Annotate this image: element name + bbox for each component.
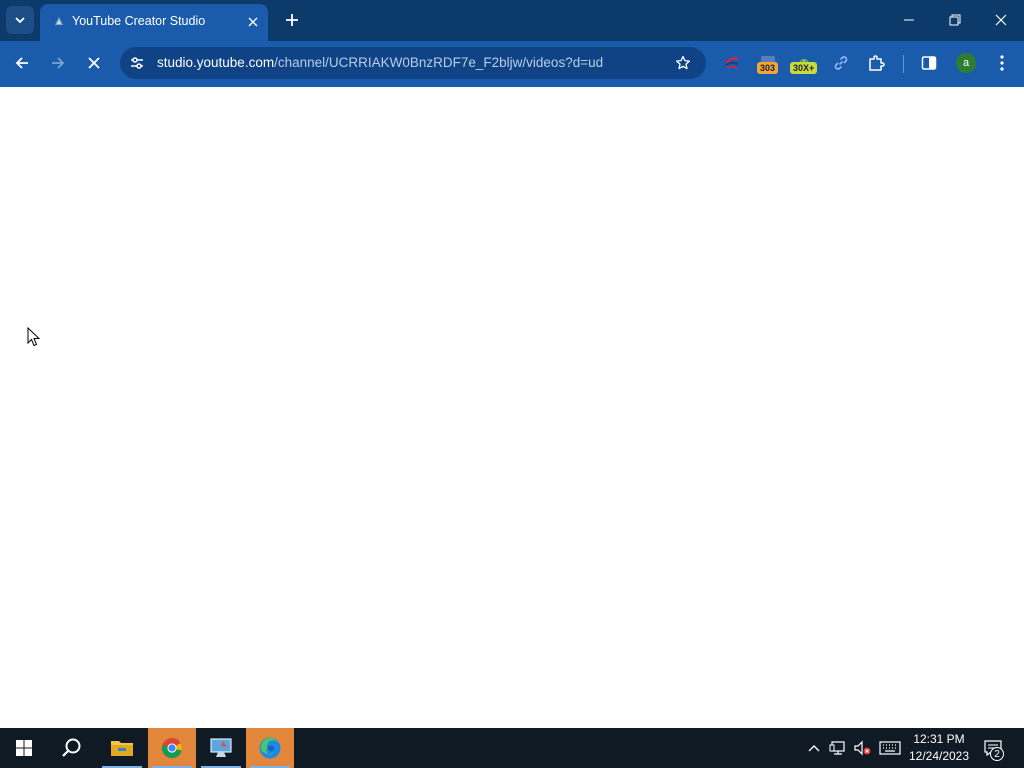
extension-icon-2[interactable]: 303 [756, 52, 780, 74]
arrow-left-icon [15, 57, 28, 69]
url-host: studio.youtube.com [157, 55, 275, 70]
restore-button[interactable] [933, 4, 977, 36]
search-button[interactable] [48, 728, 96, 768]
link-icon [834, 56, 848, 70]
network-button[interactable] [827, 728, 849, 768]
close-window-button[interactable] [979, 4, 1023, 36]
url-path: /channel/UCRRIAKW0BnzRDF7e_F2bljw/videos… [274, 55, 604, 70]
site-info-button[interactable] [128, 54, 146, 72]
chevron-up-icon [808, 745, 820, 752]
loading-icon [55, 17, 63, 25]
new-tab-button[interactable] [280, 8, 304, 32]
clock-time: 12:31 PM [913, 732, 965, 746]
minimize-button[interactable] [887, 4, 931, 36]
edge[interactable] [246, 728, 294, 768]
extension-icon-1[interactable] [721, 52, 743, 74]
browser-toolbar: studio.youtube.com/channel/UCRRIAKW0BnzR… [0, 41, 1024, 87]
link-icon[interactable] [830, 52, 852, 74]
extension-logo-icon [725, 57, 739, 69]
stop-loading-button[interactable] [79, 48, 109, 78]
page-content [0, 87, 1024, 728]
puzzle-icon [869, 55, 885, 71]
keyboard-icon [879, 741, 901, 755]
volume-muted-icon [854, 740, 871, 756]
extensions-menu-button[interactable] [865, 52, 887, 74]
address-url: studio.youtube.com/channel/UCRRIAKW0BnzR… [157, 55, 603, 70]
forward-button[interactable] [43, 48, 73, 78]
browser-menu-button[interactable] [991, 52, 1013, 74]
volume-button[interactable] [851, 728, 873, 768]
toolbar-separator [903, 55, 904, 73]
extension-badge: 303 [757, 62, 779, 74]
monitor-icon [210, 738, 232, 757]
network-icon [829, 741, 845, 755]
chevron-down-icon [15, 17, 25, 24]
search-icon [62, 738, 81, 757]
side-panel-icon [921, 56, 937, 70]
close-icon [88, 57, 100, 69]
arrow-right-icon [52, 57, 65, 69]
close-icon [995, 14, 1007, 26]
start-button[interactable] [0, 728, 48, 768]
app-window[interactable] [197, 728, 245, 768]
plus-icon [286, 14, 298, 26]
close-icon [248, 17, 258, 27]
tab-strip: YouTube Creator Studio [0, 0, 1024, 41]
profile-avatar[interactable]: a [956, 53, 976, 73]
tab-title: YouTube Creator Studio [72, 14, 206, 28]
mouse-cursor-icon [27, 327, 41, 347]
back-button[interactable] [7, 48, 37, 78]
file-explorer[interactable] [98, 728, 146, 768]
extension-badge: 30X+ [790, 62, 818, 74]
star-icon [675, 55, 691, 70]
browser-tab[interactable]: YouTube Creator Studio [40, 4, 268, 41]
chrome-icon [161, 738, 183, 759]
tune-icon [131, 57, 143, 69]
address-bar[interactable]: studio.youtube.com/channel/UCRRIAKW0BnzR… [120, 47, 706, 79]
taskbar: 12:31 PM 12/24/2023 2 [0, 728, 1024, 768]
restore-icon [949, 14, 961, 26]
input-keyboard-button[interactable] [877, 728, 903, 768]
bookmark-button[interactable] [674, 54, 692, 72]
windows-icon [16, 740, 32, 756]
chrome[interactable] [148, 728, 196, 768]
show-hidden-icons-button[interactable] [804, 728, 824, 768]
tab-close-button[interactable] [244, 13, 262, 31]
system-clock[interactable]: 12:31 PM 12/24/2023 [904, 731, 974, 765]
clock-date: 12/24/2023 [908, 749, 970, 763]
extension-icon-3[interactable]: 30X+ [789, 52, 819, 74]
folder-icon [111, 741, 133, 756]
side-panel-button[interactable] [918, 52, 940, 74]
edge-icon [259, 737, 281, 759]
tab-search-button[interactable] [6, 6, 34, 34]
minimize-icon [904, 19, 914, 21]
notification-count-badge: 2 [990, 747, 1004, 761]
more-vert-icon [1000, 55, 1004, 71]
